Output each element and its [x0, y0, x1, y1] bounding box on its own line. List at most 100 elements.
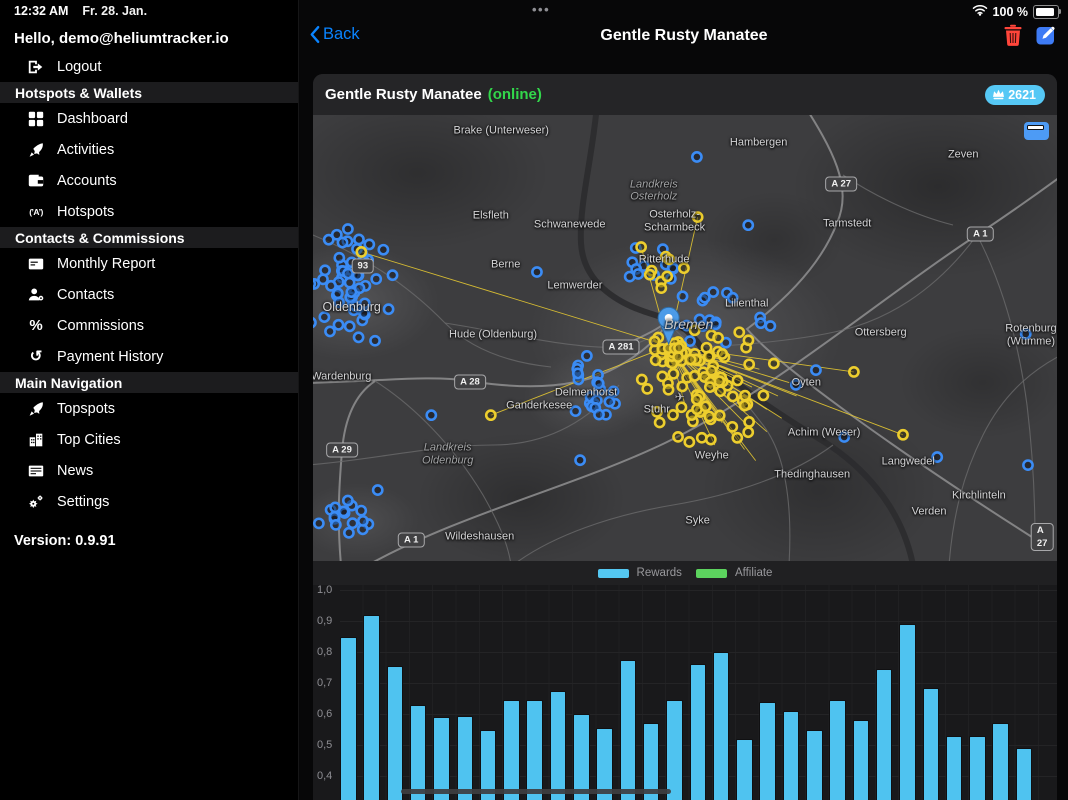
sidebar-item-label: Commissions [57, 318, 144, 334]
hotspot-name: Gentle Rusty Manatee [325, 86, 482, 103]
reward-bar [923, 688, 940, 800]
reward-bar [969, 736, 986, 800]
legend-swatch [598, 569, 629, 578]
sidebar-item-payment-history[interactable]: ↺Payment History [0, 341, 298, 372]
contacts-person-icon [26, 285, 46, 305]
logout-button[interactable]: Logout [0, 52, 298, 82]
app-version: Version: 0.9.91 [0, 533, 298, 549]
sidebar-item-label: Topspots [57, 401, 115, 417]
chart-gridline [340, 590, 1057, 591]
sidebar-item-accounts[interactable]: Accounts [0, 165, 298, 196]
reward-bar [550, 691, 567, 800]
reward-bar [526, 700, 543, 800]
reward-bar [666, 700, 683, 800]
sidebar-item-settings[interactable]: Settings [0, 486, 298, 517]
reward-bar [992, 723, 1009, 800]
status-date: Fr. 28. Jan. [82, 4, 147, 18]
sidebar-item-dashboard[interactable]: Dashboard [0, 103, 298, 134]
status-time: 12:32 AM [14, 4, 68, 18]
reward-bar [829, 700, 846, 800]
reward-bar [620, 660, 637, 800]
reward-bar [853, 720, 870, 800]
reward-bar [690, 664, 707, 800]
page-title: Gentle Rusty Manatee [299, 27, 1068, 45]
badge-count: 2621 [1008, 88, 1036, 102]
reward-bar [783, 711, 800, 800]
sidebar-item-commissions[interactable]: % Commissions [0, 310, 298, 341]
news-icon [26, 461, 46, 481]
y-axis-tick: 0,6 [313, 708, 340, 720]
sidebar-item-label: Top Cities [57, 432, 121, 448]
wifi-icon [972, 3, 988, 21]
reward-bar [363, 615, 380, 800]
hotspot-markers-layer[interactable] [313, 152, 1033, 537]
sidebar-item-monthly-report[interactable]: Monthly Report [0, 248, 298, 279]
sidebar-item-top-cities[interactable]: Top Cities [0, 424, 298, 455]
chart-plot-area: 1,00,90,80,70,60,50,4 [313, 585, 1057, 800]
legend-label: Rewards [637, 567, 682, 579]
sidebar-item-label: Monthly Report [57, 256, 155, 272]
sidebar-sections: Hotspots & WalletsDashboard Activities Acc… [0, 82, 298, 517]
delete-button[interactable] [1003, 24, 1023, 47]
hotspot-map[interactable]: Brake (Unterweser)HambergenZevenLandkrei… [313, 115, 1057, 561]
antenna-icon: (’A’) [26, 202, 46, 222]
sidebar-item-activities[interactable]: Activities [0, 134, 298, 165]
reward-bar [806, 730, 823, 800]
battery-percent: 100 % [993, 5, 1028, 19]
sidebar-item-label: Settings [57, 494, 109, 510]
y-axis-tick: 0,4 [313, 770, 340, 782]
status-bar-right: 100 % [972, 3, 1059, 21]
reward-bar [759, 702, 776, 800]
reward-scale-badge: 2621 [985, 85, 1045, 105]
reward-bar [387, 666, 404, 800]
sidebar-item-news[interactable]: News [0, 455, 298, 486]
reward-bar [433, 717, 450, 800]
reward-bar [340, 637, 357, 800]
sidebar-item-label: Contacts [57, 287, 114, 303]
edit-button[interactable] [1036, 24, 1057, 45]
legend-swatch [696, 569, 727, 578]
edit-pencil-icon [1036, 24, 1057, 45]
sidebar-item-hotspots[interactable]: (’A’)Hotspots [0, 196, 298, 227]
reward-bar [876, 669, 893, 800]
hotspot-status: (online) [488, 86, 542, 103]
city-icon [26, 430, 46, 450]
rewards-chart[interactable]: 1,00,90,80,70,60,50,4 [313, 585, 1057, 800]
navigation-bar: Back Gentle Rusty Manatee [299, 20, 1068, 56]
reward-bar [736, 739, 753, 800]
sidebar: 12:32 AM Fr. 28. Jan. Hello, demo@helium… [0, 0, 298, 800]
y-axis-tick: 0,8 [313, 646, 340, 658]
sidebar-item-label: Activities [57, 142, 114, 158]
reward-bar [899, 624, 916, 800]
section-header: Contacts & Commissions [0, 227, 298, 248]
reward-bar [457, 716, 474, 800]
map-layers [313, 115, 1057, 561]
legend-item-affiliate: Affiliate [696, 567, 773, 579]
sidebar-item-label: Payment History [57, 349, 163, 365]
reward-bar [503, 700, 520, 800]
multitask-indicator[interactable]: ••• [532, 2, 550, 17]
chart-legend: Rewards Affiliate [313, 561, 1057, 585]
sidebar-item-topspots[interactable]: Topspots [0, 393, 298, 424]
sidebar-item-contacts[interactable]: Contacts [0, 279, 298, 310]
main-panel: ••• 100 % Back Gentle Rusty Manatee Gent… [298, 0, 1068, 800]
wallet-icon [26, 171, 46, 191]
percent-icon: % [26, 316, 46, 336]
report-card-icon [26, 254, 46, 274]
legend-label: Affiliate [735, 567, 773, 579]
map-expand-button[interactable] [1024, 122, 1049, 140]
rocket-icon [26, 140, 46, 160]
section-header: Main Navigation [0, 372, 298, 393]
legend-item-rewards: Rewards [598, 567, 682, 579]
y-axis-tick: 0,5 [313, 739, 340, 751]
reward-bar [1016, 748, 1033, 800]
y-axis-tick: 0,9 [313, 615, 340, 627]
section-header: Hotspots & Wallets [0, 82, 298, 103]
logout-icon [26, 57, 46, 77]
reward-bar [573, 714, 590, 800]
rocket-icon [26, 399, 46, 419]
chart-scrollbar[interactable] [401, 789, 671, 794]
crown-icon [992, 89, 1005, 100]
logout-label: Logout [57, 59, 101, 75]
y-axis-tick: 0,7 [313, 677, 340, 689]
